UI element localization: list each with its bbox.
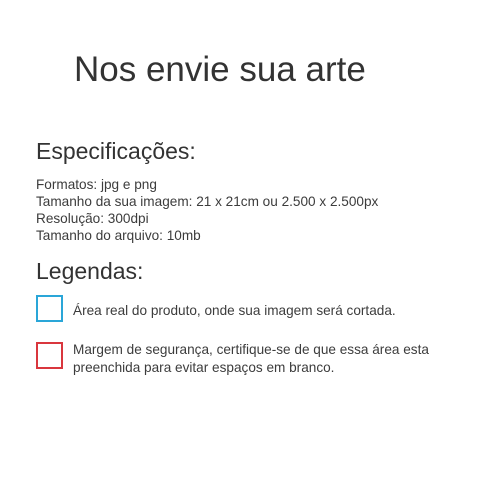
spec-formats: Formatos: jpg e png [36, 177, 157, 192]
specifications-heading: Especificações: [36, 138, 196, 164]
spec-file-size: Tamanho do arquivo: 10mb [36, 228, 201, 243]
page-title: Nos envie sua arte [74, 50, 366, 89]
legend-text-safety-margin: Margem de segurança, certifique-se de qu… [73, 342, 429, 375]
legend-text-product-area: Área real do produto, onde sua imagem se… [73, 303, 396, 318]
legend-heading: Legendas: [36, 258, 144, 284]
red-square-swatch [36, 342, 63, 369]
legend-item-safety-margin: Margem de segurança, certifique-se de qu… [36, 342, 493, 377]
legend-item-product-area: Área real do produto, onde sua imagem se… [36, 295, 493, 322]
blue-square-swatch [36, 295, 63, 322]
spec-image-size: Tamanho da sua imagem: 21 x 21cm ou 2.50… [36, 194, 379, 209]
specifications-list: Formatos: jpg e png Tamanho da sua image… [36, 176, 378, 244]
spec-resolution: Resolução: 300dpi [36, 211, 149, 226]
